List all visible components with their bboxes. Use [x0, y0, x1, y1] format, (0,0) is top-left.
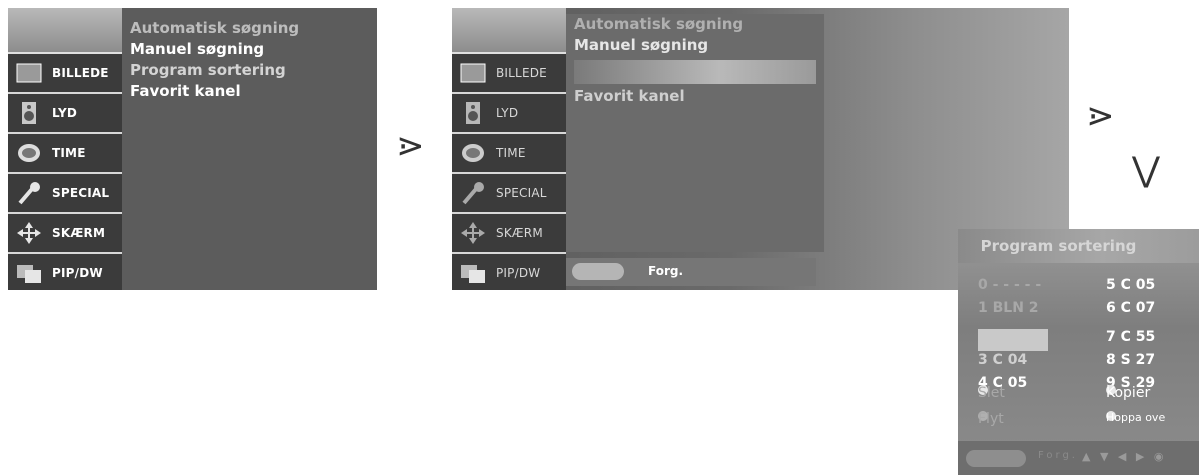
panel-footer: Forg. ▲ ▼ ◀ ▶ ◉ — [958, 441, 1199, 475]
copy-label: Kopier — [1106, 385, 1151, 401]
sidebar-item-label: PIP/DW — [496, 266, 541, 280]
pip-icon — [460, 261, 486, 285]
sidebar-item-label: PIP/DW — [52, 266, 103, 280]
list-item[interactable]: 0 - - - - - 5 C 05 — [958, 277, 1199, 299]
menu-footer: Forg. — [566, 258, 816, 286]
picture-icon — [16, 61, 42, 85]
menu-item-program-sort-highlight[interactable] — [574, 60, 816, 84]
speaker-icon — [16, 101, 42, 125]
sidebar-item-label: BILLEDE — [496, 66, 547, 80]
color-key-pill[interactable] — [966, 450, 1026, 467]
program-entry[interactable]: 6 C 07 — [1106, 300, 1155, 316]
sidebar-item-lyd[interactable]: LYD — [8, 94, 122, 134]
sidebar-header — [8, 8, 122, 54]
action-row-move-skip: Flyt Hoppa ove — [958, 411, 1199, 433]
clock-icon — [16, 141, 42, 165]
key-icon — [460, 181, 486, 205]
footer-label: Forg. — [1038, 450, 1078, 461]
action-row-delete-copy: Slet Kopier — [958, 385, 1199, 407]
sidebar-item-label: SPECIAL — [496, 186, 547, 200]
sidebar-item-pip[interactable]: PIP/DW — [8, 254, 122, 290]
menu-item-favorite[interactable]: Favorit kanel — [130, 81, 299, 102]
program-entry[interactable]: 1 BLN 2 — [978, 300, 1039, 316]
sidebar-item-billede[interactable]: BILLEDE — [452, 54, 566, 94]
menu-item-program-sort[interactable]: Program sortering — [130, 60, 299, 81]
sidebar-item-label: TIME — [496, 146, 526, 160]
sidebar-item-label: BILLEDE — [52, 66, 109, 80]
panel-title: Program sortering — [958, 229, 1199, 263]
sidebar-item-label: LYD — [496, 106, 519, 120]
menu-item-manual-search[interactable]: Manuel søgning — [130, 39, 299, 60]
sidebar-item-label: SKÆRM — [496, 226, 543, 240]
sidebar-item-label: SKÆRM — [52, 226, 106, 240]
menu-item-auto-search[interactable]: Automatisk søgning — [130, 18, 299, 39]
color-key-pill[interactable] — [572, 263, 624, 280]
program-entry[interactable]: 3 C 04 — [978, 352, 1027, 368]
delete-label: Slet — [978, 385, 1005, 401]
sidebar-item-billede[interactable]: BILLEDE — [8, 54, 122, 94]
program-sort-panel: Program sortering 0 - - - - - 5 C 05 1 B… — [958, 229, 1199, 475]
sidebar: BILLEDE LYD TIME SPECIAL SKÆRM PIP/DW — [8, 8, 122, 290]
key-icon — [16, 181, 42, 205]
list-item[interactable]: 1 BLN 2 6 C 07 — [958, 300, 1199, 322]
clock-icon — [460, 141, 486, 165]
program-entry[interactable]: 8 S 27 — [1106, 352, 1155, 368]
sidebar: BILLEDE LYD TIME SPECIAL SKÆRM PIP/DW — [452, 8, 566, 290]
channel-menu: Automatisk søgning Manuel søgning Favori… — [566, 14, 824, 252]
sidebar-item-skaerm[interactable]: SKÆRM — [8, 214, 122, 254]
program-entry[interactable]: 5 C 05 — [1106, 277, 1155, 293]
program-entry[interactable]: 0 - - - - - — [978, 277, 1041, 293]
sidebar-item-time[interactable]: TIME — [8, 134, 122, 174]
sidebar-item-label: SPECIAL — [52, 186, 110, 200]
next-step-arrow: ⋗ — [396, 126, 425, 166]
sidebar-item-lyd[interactable]: LYD — [452, 94, 566, 134]
sidebar-item-label: TIME — [52, 146, 86, 160]
sidebar-header — [452, 8, 566, 54]
sidebar-item-special[interactable]: SPECIAL — [8, 174, 122, 214]
footer-label: Forg. — [648, 264, 684, 278]
channel-menu: Automatisk søgning Manuel søgning Progra… — [130, 18, 299, 102]
sidebar-item-special[interactable]: SPECIAL — [452, 174, 566, 214]
pip-icon — [16, 261, 42, 285]
picture-icon — [460, 61, 486, 85]
sidebar-item-label: LYD — [52, 106, 78, 120]
sidebar-item-pip[interactable]: PIP/DW — [452, 254, 566, 290]
cross-arrows-icon — [16, 221, 42, 245]
speaker-icon — [460, 101, 486, 125]
next-step-arrow: ⋗ — [1086, 96, 1115, 136]
nav-arrows-icon: ▲ ▼ ◀ ▶ ◉ — [1082, 450, 1167, 463]
cross-arrows-icon — [460, 221, 486, 245]
sidebar-item-skaerm[interactable]: SKÆRM — [452, 214, 566, 254]
down-step-arrow: ⋁ — [1132, 150, 1160, 190]
list-item[interactable]: 3 C 04 8 S 27 — [958, 352, 1199, 374]
menu-item-favorite[interactable]: Favorit kanel — [574, 86, 824, 107]
menu-item-auto-search[interactable]: Automatisk søgning — [574, 14, 824, 35]
program-entry[interactable]: 7 C 55 — [1106, 329, 1155, 345]
menu-panel-1: BILLEDE LYD TIME SPECIAL SKÆRM PIP/DW Au… — [8, 8, 377, 290]
skip-label: Hoppa ove — [1106, 411, 1166, 424]
move-label: Flyt — [978, 411, 1004, 427]
sidebar-item-time[interactable]: TIME — [452, 134, 566, 174]
menu-item-manual-search[interactable]: Manuel søgning — [574, 35, 824, 56]
list-item[interactable]: 7 C 55 — [958, 329, 1199, 351]
